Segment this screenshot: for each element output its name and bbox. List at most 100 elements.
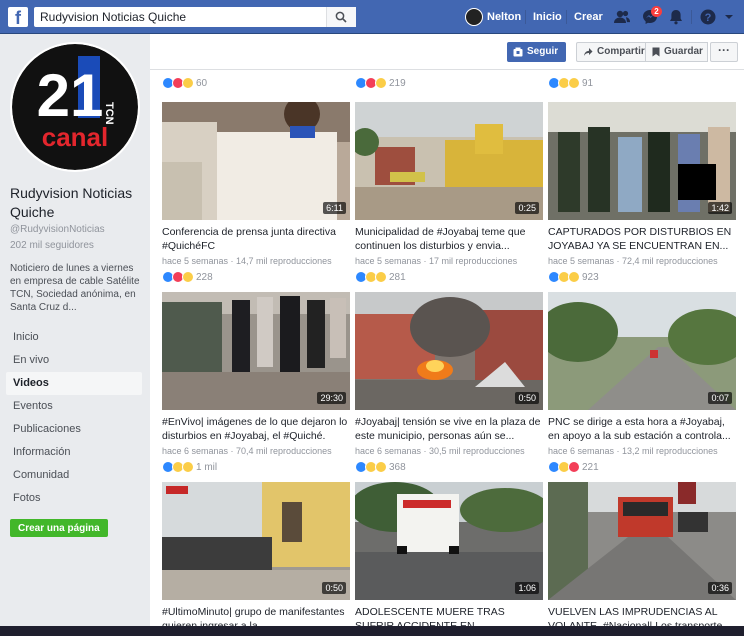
search-box — [34, 7, 356, 27]
reaction-icons — [548, 271, 580, 283]
video-meta: hace 5 semanas · 14,7 mil reproducciones — [162, 256, 332, 266]
follow-label: Seguir — [527, 46, 559, 57]
video-duration: 0:50 — [322, 582, 346, 594]
video-reactions[interactable]: 281 — [355, 270, 406, 284]
video-reactions[interactable]: 228 — [162, 270, 213, 284]
home-link[interactable]: Inicio — [533, 11, 562, 23]
video-duration: 1:06 — [515, 582, 539, 594]
video-duration: 0:25 — [515, 202, 539, 214]
previous-row-reactions: 219 — [355, 76, 406, 90]
video-title[interactable]: #EnVivo| imágenes de lo que dejaron lo d… — [162, 415, 350, 445]
divider — [525, 10, 526, 24]
video-thumbnail[interactable]: 0:07 — [548, 292, 736, 410]
videos-content: Seguir Compartir Guardar ··· 60 219 91 6… — [150, 34, 744, 636]
help-icon[interactable]: ? — [699, 8, 717, 26]
video-reactions[interactable]: 923 — [548, 270, 599, 284]
video-title[interactable]: #Joyabaj| tensión se vive en la plaza de… — [355, 415, 543, 445]
page-title[interactable]: Rudyvision Noticias Quiche — [10, 184, 145, 222]
video-thumbnail[interactable]: 6:11 — [162, 102, 350, 220]
wow-icon — [182, 461, 194, 473]
save-button[interactable]: Guardar — [646, 42, 708, 62]
video-thumbnail[interactable]: 1:06 — [355, 482, 543, 600]
reaction-icons — [355, 271, 387, 283]
create-link[interactable]: Crear — [574, 11, 603, 23]
bookmark-icon — [652, 47, 660, 57]
reaction-icons — [355, 461, 387, 473]
video-title[interactable]: CAPTURADOS POR DISTURBIOS EN JOYABAJ YA … — [548, 225, 736, 255]
video-reactions[interactable]: 368 — [355, 460, 406, 474]
reaction-count: 221 — [582, 461, 599, 473]
video-thumbnail[interactable]: 0:36 — [548, 482, 736, 600]
more-options-button[interactable]: ··· — [710, 42, 738, 62]
divider — [691, 10, 692, 24]
video-thumbnail[interactable]: 29:30 — [162, 292, 350, 410]
haha-icon — [375, 77, 387, 89]
facebook-logo-icon[interactable]: f — [8, 7, 28, 27]
reaction-icons — [355, 77, 387, 89]
svg-text:?: ? — [705, 12, 712, 24]
reaction-count: 91 — [582, 77, 594, 89]
sidebar-item-inicio[interactable]: Inicio — [6, 326, 142, 349]
search-button[interactable] — [326, 7, 356, 27]
messages-badge: 2 — [651, 6, 662, 17]
sidebar-item-eventos[interactable]: Eventos — [6, 395, 142, 418]
sidebar-item-videos[interactable]: Videos — [6, 372, 142, 395]
video-meta: hace 6 semanas · 13,2 mil reproducciones — [548, 446, 718, 456]
video-duration: 0:36 — [708, 582, 732, 594]
logo-number: 21 — [37, 62, 104, 129]
reaction-icons — [548, 461, 580, 473]
search-input[interactable] — [34, 7, 326, 27]
video-meta: hace 6 semanas · 30,5 mil reproducciones — [355, 446, 525, 456]
video-title[interactable]: PNC se dirige a esta hora a #Joyabaj, en… — [548, 415, 736, 445]
sad-icon — [568, 77, 580, 89]
profile-link[interactable]: Nelton — [465, 8, 521, 26]
video-duration: 0:50 — [515, 392, 539, 404]
reaction-count: 368 — [389, 461, 406, 473]
logo-word: canal — [42, 122, 109, 152]
video-thumbnail[interactable]: 1:42 — [548, 102, 736, 220]
friend-requests-icon[interactable] — [613, 8, 631, 26]
create-page-button[interactable]: Crear una página — [10, 519, 108, 537]
search-icon — [335, 11, 347, 23]
video-thumbnail[interactable]: 0:25 — [355, 102, 543, 220]
sidebar-item-fotos[interactable]: Fotos — [6, 487, 142, 510]
previous-row-reactions: 91 — [548, 76, 593, 90]
wow-icon — [375, 461, 387, 473]
notifications-bell-icon[interactable] — [667, 8, 685, 26]
page-action-bar: Seguir Compartir Guardar ··· — [150, 34, 744, 70]
followers-count: 202 mil seguidores — [10, 240, 94, 251]
video-reactions[interactable]: 221 — [548, 460, 599, 474]
video-title[interactable]: Municipalidad de #Joyabaj teme que conti… — [355, 225, 543, 255]
video-thumbnail[interactable]: 0:50 — [162, 482, 350, 600]
video-title[interactable]: Conferencia de prensa junta directiva #Q… — [162, 225, 350, 255]
reaction-count: 60 — [196, 77, 208, 89]
video-meta: hace 6 semanas · 70,4 mil reproducciones — [162, 446, 332, 456]
save-label: Guardar — [664, 46, 703, 57]
haha-icon — [182, 271, 194, 283]
reaction-count: 281 — [389, 271, 406, 283]
sidebar-item-publicaciones[interactable]: Publicaciones — [6, 418, 142, 441]
account-menu-dropdown-icon[interactable] — [724, 8, 734, 26]
sidebar-item-en-vivo[interactable]: En vivo — [6, 349, 142, 372]
share-label: Compartir — [597, 46, 645, 57]
page-navigation: Inicio En vivo Videos Eventos Publicacio… — [6, 326, 142, 510]
video-duration: 29:30 — [317, 392, 346, 404]
follow-icon — [513, 47, 523, 57]
page-description: Noticiero de lunes a viernes en empresa … — [10, 263, 140, 313]
sidebar-item-comunidad[interactable]: Comunidad — [6, 464, 142, 487]
os-taskbar — [0, 626, 744, 636]
page-profile-picture[interactable]: 21 TCN canal — [10, 42, 140, 172]
sidebar-item-informacion[interactable]: Información — [6, 441, 142, 464]
reaction-icons — [162, 77, 194, 89]
follow-button[interactable]: Seguir — [507, 42, 567, 62]
video-meta: hace 5 semanas · 17 mil reproducciones — [355, 256, 518, 266]
reaction-count: 219 — [389, 77, 406, 89]
page-handle[interactable]: @RudyvisionNoticias — [10, 224, 105, 235]
wow-icon — [568, 271, 580, 283]
reaction-count: 228 — [196, 271, 213, 283]
video-thumbnail[interactable]: 0:50 — [355, 292, 543, 410]
video-reactions[interactable]: 1 mil — [162, 460, 217, 474]
press-conference-thumbnail-icon — [162, 102, 350, 220]
share-button[interactable]: Compartir — [576, 42, 646, 62]
sad-icon — [375, 271, 387, 283]
